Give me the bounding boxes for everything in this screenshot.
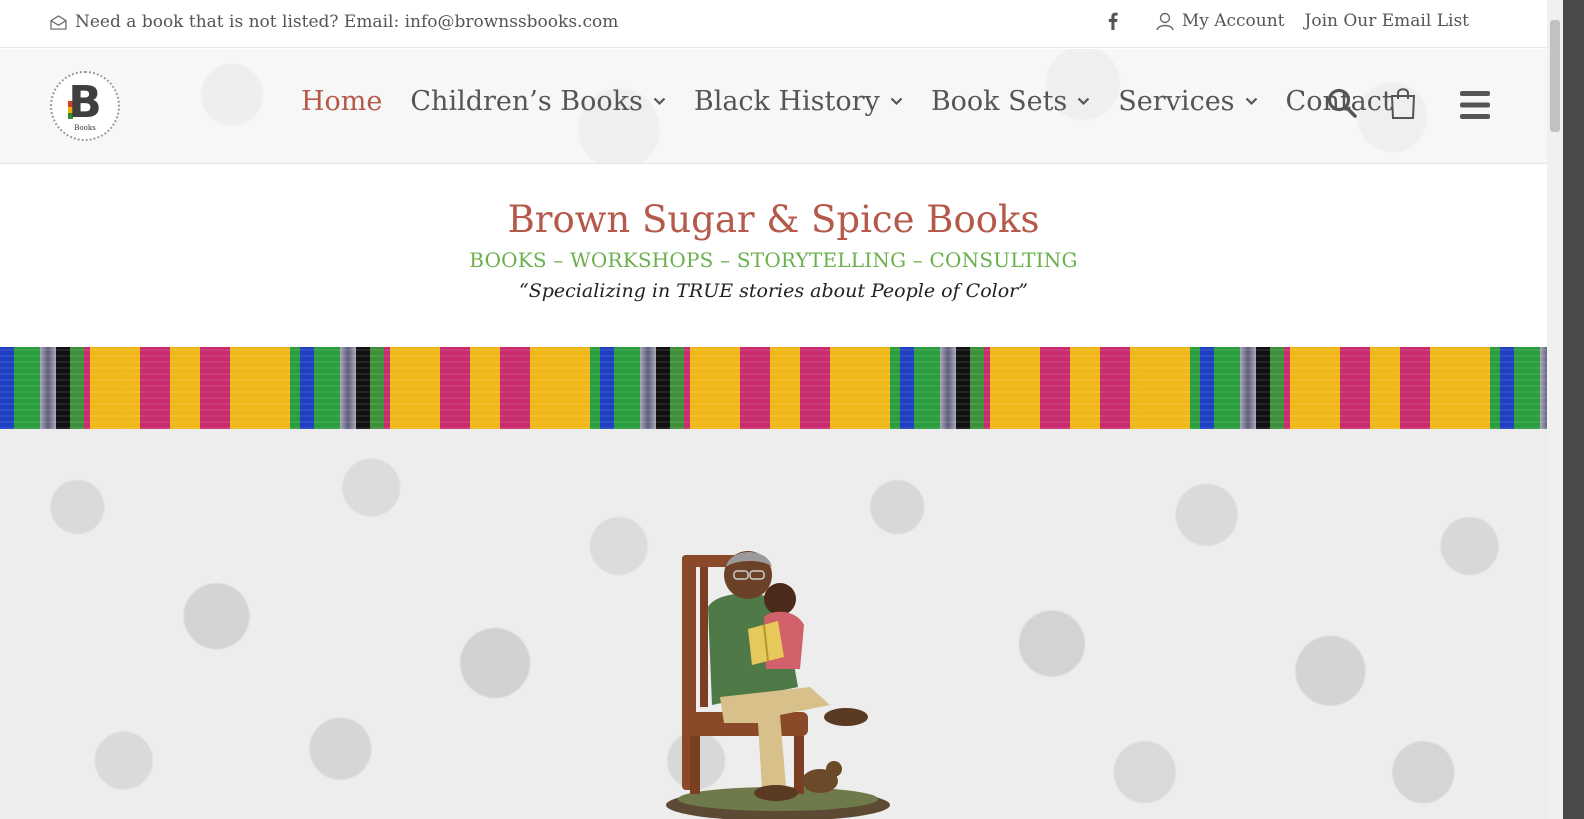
hero-section <box>0 429 1547 819</box>
nav-label: Services <box>1118 86 1235 117</box>
site-intro: Brown Sugar & Spice Books BOOKS – WORKSH… <box>0 164 1547 347</box>
my-account-link[interactable]: My Account <box>1156 11 1285 31</box>
user-icon <box>1156 12 1174 30</box>
facebook-icon[interactable] <box>1106 12 1120 30</box>
mail-icon <box>50 14 67 30</box>
shopping-bag-icon[interactable] <box>1389 86 1417 120</box>
nav-item-services[interactable]: Services <box>1118 86 1257 117</box>
nav-item-black-history[interactable]: Black History <box>694 86 903 117</box>
chevron-down-icon <box>890 97 903 106</box>
site-tagline: BOOKS – WORKSHOPS – STORYTELLING – CONSU… <box>469 248 1078 272</box>
logo-subtext: Books <box>74 124 96 132</box>
top-bar-links: My Account Join Our Email List <box>1106 11 1469 31</box>
nav-item-childrens-books[interactable]: Children’s Books <box>410 86 666 117</box>
nav-label: Home <box>301 86 383 117</box>
chevron-down-icon <box>1078 97 1090 106</box>
top-bar: Need a book that is not listed? Email: i… <box>0 0 1547 48</box>
logo-letter: B <box>68 77 102 128</box>
primary-nav: Home Children’s Books Black History Book… <box>301 86 1393 117</box>
kente-pattern-banner <box>0 347 1547 429</box>
my-account-label: My Account <box>1181 11 1285 31</box>
nav-item-book-sets[interactable]: Book Sets <box>931 86 1090 117</box>
chevron-down-icon <box>1245 97 1257 106</box>
nav-label: Book Sets <box>930 86 1068 117</box>
site-logo[interactable]: B Books <box>50 71 120 141</box>
site-motto: “Specializing in TRUE stories about Peop… <box>519 280 1028 302</box>
join-email-list-link[interactable]: Join Our Email List <box>1305 11 1469 31</box>
scrollbar-thumb[interactable] <box>1550 20 1560 132</box>
grandfather-reading-figurine-image <box>666 551 890 819</box>
contact-text[interactable]: Need a book that is not listed? Email: i… <box>75 12 618 32</box>
nav-item-home[interactable]: Home <box>301 86 382 117</box>
search-icon[interactable] <box>1326 87 1358 119</box>
chevron-down-icon <box>653 97 666 106</box>
nav-label: Children’s Books <box>410 86 643 117</box>
menu-icon[interactable] <box>1459 89 1491 121</box>
site-title: Brown Sugar & Spice Books <box>507 198 1040 241</box>
contact-notice[interactable]: Need a book that is not listed? Email: i… <box>50 12 618 32</box>
nav-label: Black History <box>693 86 880 117</box>
vertical-scrollbar[interactable] <box>1547 0 1563 819</box>
main-header: B Books Home Children’s Books Black Hist… <box>0 49 1547 164</box>
